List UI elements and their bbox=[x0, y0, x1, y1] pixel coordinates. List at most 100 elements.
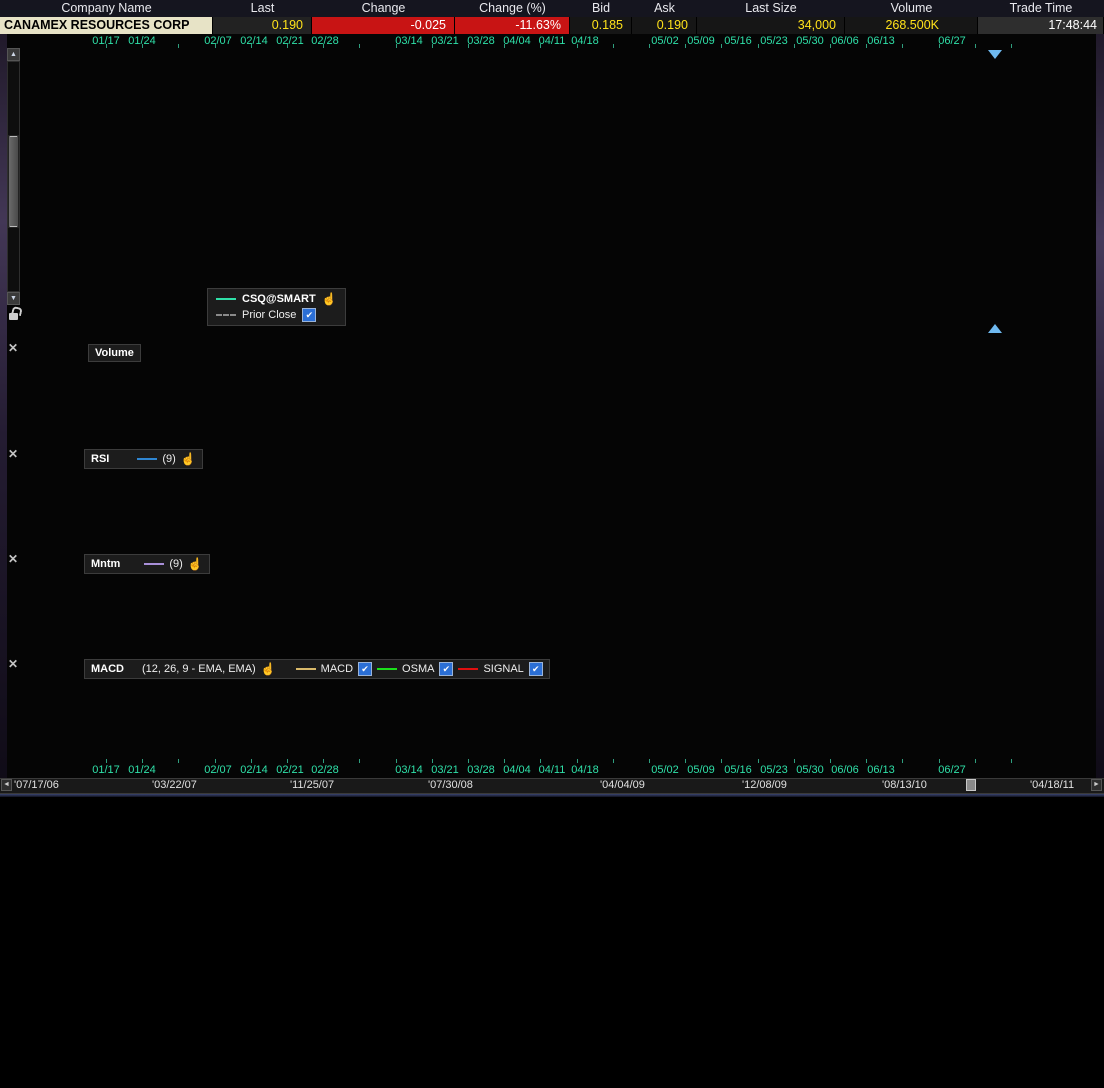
x-axis-label-bottom: 02/14 bbox=[240, 764, 268, 776]
header-volume: Volume bbox=[845, 0, 978, 17]
x-axis-label-top: 02/14 bbox=[240, 35, 268, 47]
price-high-marker-icon bbox=[988, 50, 1002, 59]
trade-time-value: 17:48:44 bbox=[978, 17, 1104, 34]
x-axis-tick bbox=[359, 759, 360, 763]
scrollbar-date-label: '11/25/07 bbox=[290, 779, 334, 791]
close-icon: ✕ bbox=[8, 657, 18, 671]
bid-value: 0.185 bbox=[570, 17, 632, 34]
close-icon: ✕ bbox=[8, 341, 18, 355]
x-axis-label-top: 05/23 bbox=[760, 35, 788, 47]
prior-close-checkbox[interactable]: ✔ bbox=[302, 308, 316, 322]
close-macd-panel-button[interactable]: ✕ bbox=[6, 657, 20, 671]
x-axis-label-bottom: 01/17 bbox=[92, 764, 120, 776]
signal-checkbox[interactable]: ✔ bbox=[529, 662, 543, 676]
x-axis-tick bbox=[1011, 44, 1012, 48]
scrollbar-date-label: '07/30/08 bbox=[428, 779, 473, 791]
rsi-legend[interactable]: RSI (9) ☝ bbox=[84, 449, 203, 469]
x-axis-label-top: 04/11 bbox=[539, 35, 566, 47]
x-axis-tick bbox=[902, 44, 903, 48]
x-axis-tick bbox=[721, 759, 722, 763]
up-arrow-icon: ▲ bbox=[10, 51, 17, 58]
x-axis-tick bbox=[106, 44, 107, 48]
scroll-right-button[interactable]: ► bbox=[1091, 779, 1102, 791]
x-axis-label-bottom: 04/18 bbox=[571, 764, 599, 776]
close-icon: ✕ bbox=[8, 552, 18, 566]
time-scrollbar-thumb[interactable] bbox=[966, 779, 976, 791]
macd-legend[interactable]: MACD (12, 26, 9 - EMA, EMA) ☝ MACD ✔ OSM… bbox=[84, 659, 550, 679]
scrollbar-date-label: '03/22/07 bbox=[152, 779, 197, 791]
x-axis-tick bbox=[685, 759, 686, 763]
x-axis-tick bbox=[866, 44, 867, 48]
price-scroll-up-button[interactable]: ▲ bbox=[7, 48, 20, 61]
x-axis-label-top: 03/28 bbox=[467, 35, 495, 47]
check-icon: ✔ bbox=[306, 309, 314, 321]
quote-value-row: CANAMEX RESOURCES CORP 0.190 -0.025 -11.… bbox=[0, 17, 1104, 34]
macd-checkbox[interactable]: ✔ bbox=[358, 662, 372, 676]
mntm-line-sample bbox=[144, 563, 164, 565]
left-arrow-icon: ◄ bbox=[3, 781, 10, 788]
x-axis-label-bottom: 03/21 bbox=[431, 764, 459, 776]
mntm-period-label: (9) bbox=[169, 558, 182, 570]
x-axis-tick bbox=[758, 759, 759, 763]
mntm-legend[interactable]: Mntm (9) ☝ bbox=[84, 554, 210, 574]
osma-checkbox[interactable]: ✔ bbox=[439, 662, 453, 676]
ask-value: 0.190 bbox=[632, 17, 697, 34]
x-axis-tick bbox=[613, 44, 614, 48]
x-axis-tick bbox=[721, 44, 722, 48]
x-axis-tick bbox=[287, 44, 288, 48]
hand-drag-icon[interactable]: ☝ bbox=[181, 452, 196, 466]
rsi-label: RSI bbox=[91, 453, 109, 465]
x-axis-label-top: 06/13 bbox=[867, 35, 895, 47]
close-mntm-panel-button[interactable]: ✕ bbox=[6, 552, 20, 566]
x-axis-label-bottom: 03/14 bbox=[395, 764, 423, 776]
x-axis-label-top: 04/18 bbox=[571, 35, 599, 47]
x-axis-tick bbox=[396, 759, 397, 763]
x-axis-tick bbox=[323, 759, 324, 763]
header-company-name: Company Name bbox=[0, 0, 213, 17]
close-icon: ✕ bbox=[8, 447, 18, 461]
trading-terminal-window: Company Name Last Change Change (%) Bid … bbox=[0, 0, 1104, 797]
change-pct-value: -11.63% bbox=[455, 17, 570, 34]
x-axis-label-bottom: 02/07 bbox=[204, 764, 232, 776]
x-axis-label-top: 05/09 bbox=[687, 35, 715, 47]
price-scrollbar-thumb[interactable] bbox=[8, 135, 19, 228]
x-axis-tick bbox=[794, 44, 795, 48]
price-scroll-down-button[interactable]: ▼ bbox=[7, 292, 20, 305]
x-axis-label-bottom: 05/09 bbox=[687, 764, 715, 776]
x-axis-tick bbox=[902, 759, 903, 763]
x-axis-label-bottom: 02/28 bbox=[311, 764, 339, 776]
x-axis-tick bbox=[106, 759, 107, 763]
quote-header-row: Company Name Last Change Change (%) Bid … bbox=[0, 0, 1104, 18]
close-volume-panel-button[interactable]: ✕ bbox=[6, 341, 20, 355]
x-axis-label-top: 03/14 bbox=[395, 35, 423, 47]
close-rsi-panel-button[interactable]: ✕ bbox=[6, 447, 20, 461]
x-axis-label-bottom: 05/02 bbox=[651, 764, 679, 776]
change-value: -0.025 bbox=[312, 17, 455, 34]
last-price-value: 0.190 bbox=[213, 17, 312, 34]
volume-panel-tag[interactable]: Volume bbox=[88, 344, 141, 362]
x-axis-tick bbox=[685, 44, 686, 48]
signal-line-sample bbox=[458, 668, 478, 670]
last-size-value: 34,000 bbox=[697, 17, 845, 34]
rsi-line-sample bbox=[137, 458, 157, 460]
right-arrow-icon: ► bbox=[1093, 781, 1100, 788]
header-ask: Ask bbox=[632, 0, 697, 17]
x-axis-tick bbox=[504, 759, 505, 763]
hand-drag-icon[interactable]: ☝ bbox=[188, 557, 203, 571]
price-legend[interactable]: CSQ@SMART ☝ Prior Close ✔ bbox=[207, 288, 346, 326]
x-axis-label-bottom: 04/11 bbox=[539, 764, 566, 776]
macd-params-label: (12, 26, 9 - EMA, EMA) bbox=[142, 663, 256, 675]
volume-panel-label: Volume bbox=[95, 347, 134, 359]
scroll-left-button[interactable]: ◄ bbox=[1, 779, 12, 791]
header-trade-time: Trade Time bbox=[978, 0, 1104, 17]
hand-drag-icon[interactable]: ☝ bbox=[322, 292, 337, 306]
down-arrow-icon: ▼ bbox=[10, 295, 17, 302]
scrollbar-date-label: '04/04/09 bbox=[600, 779, 645, 791]
volume-value: 268.500K bbox=[845, 17, 978, 34]
company-name-value: CANAMEX RESOURCES CORP bbox=[0, 17, 213, 34]
x-axis-tick bbox=[830, 759, 831, 763]
price-line-sample bbox=[216, 298, 236, 300]
x-axis-tick bbox=[866, 759, 867, 763]
hand-drag-icon[interactable]: ☝ bbox=[261, 662, 276, 676]
x-axis-label-bottom: 02/21 bbox=[276, 764, 304, 776]
